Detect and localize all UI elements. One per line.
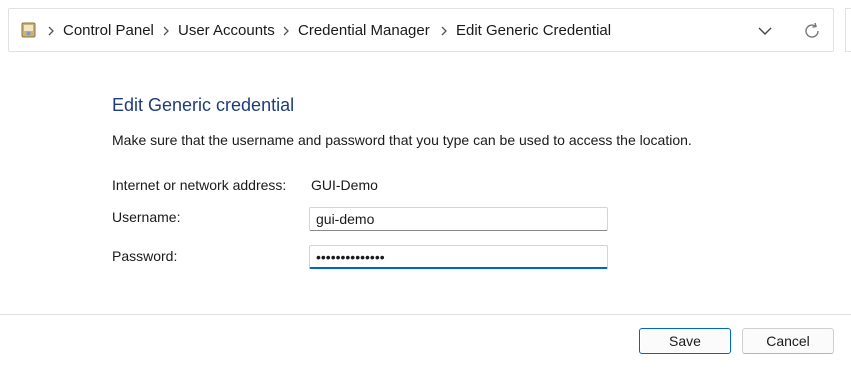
- breadcrumb-separator-icon[interactable]: [162, 25, 170, 37]
- password-field[interactable]: [309, 245, 608, 269]
- address-value: GUI-Demo: [311, 177, 378, 193]
- address-label: Internet or network address:: [112, 177, 287, 193]
- password-label: Password:: [112, 248, 178, 264]
- breadcrumb-separator-icon: [48, 26, 54, 36]
- breadcrumb-edit-generic-credential[interactable]: Edit Generic Credential: [456, 22, 611, 40]
- address-bar[interactable]: Control Panel User Accounts Credential M…: [8, 8, 834, 52]
- footer-divider: [0, 314, 851, 315]
- breadcrumb-credential-manager[interactable]: Credential Manager: [298, 22, 430, 40]
- instructions-text: Make sure that the username and password…: [112, 132, 692, 148]
- chevron-down-icon[interactable]: [754, 21, 776, 41]
- cancel-button[interactable]: Cancel: [742, 328, 834, 354]
- breadcrumb-user-accounts[interactable]: User Accounts: [178, 22, 275, 40]
- control-panel-icon: [21, 22, 36, 38]
- breadcrumb-separator-icon[interactable]: [440, 25, 448, 37]
- breadcrumb-separator-icon[interactable]: [282, 25, 290, 37]
- breadcrumb-control-panel[interactable]: Control Panel: [63, 22, 154, 40]
- username-label: Username:: [112, 209, 181, 225]
- username-field[interactable]: [309, 207, 608, 231]
- search-box-edge[interactable]: [845, 8, 851, 52]
- page-title: Edit Generic credential: [112, 95, 295, 115]
- save-button[interactable]: Save: [639, 328, 731, 354]
- refresh-icon[interactable]: [801, 20, 823, 42]
